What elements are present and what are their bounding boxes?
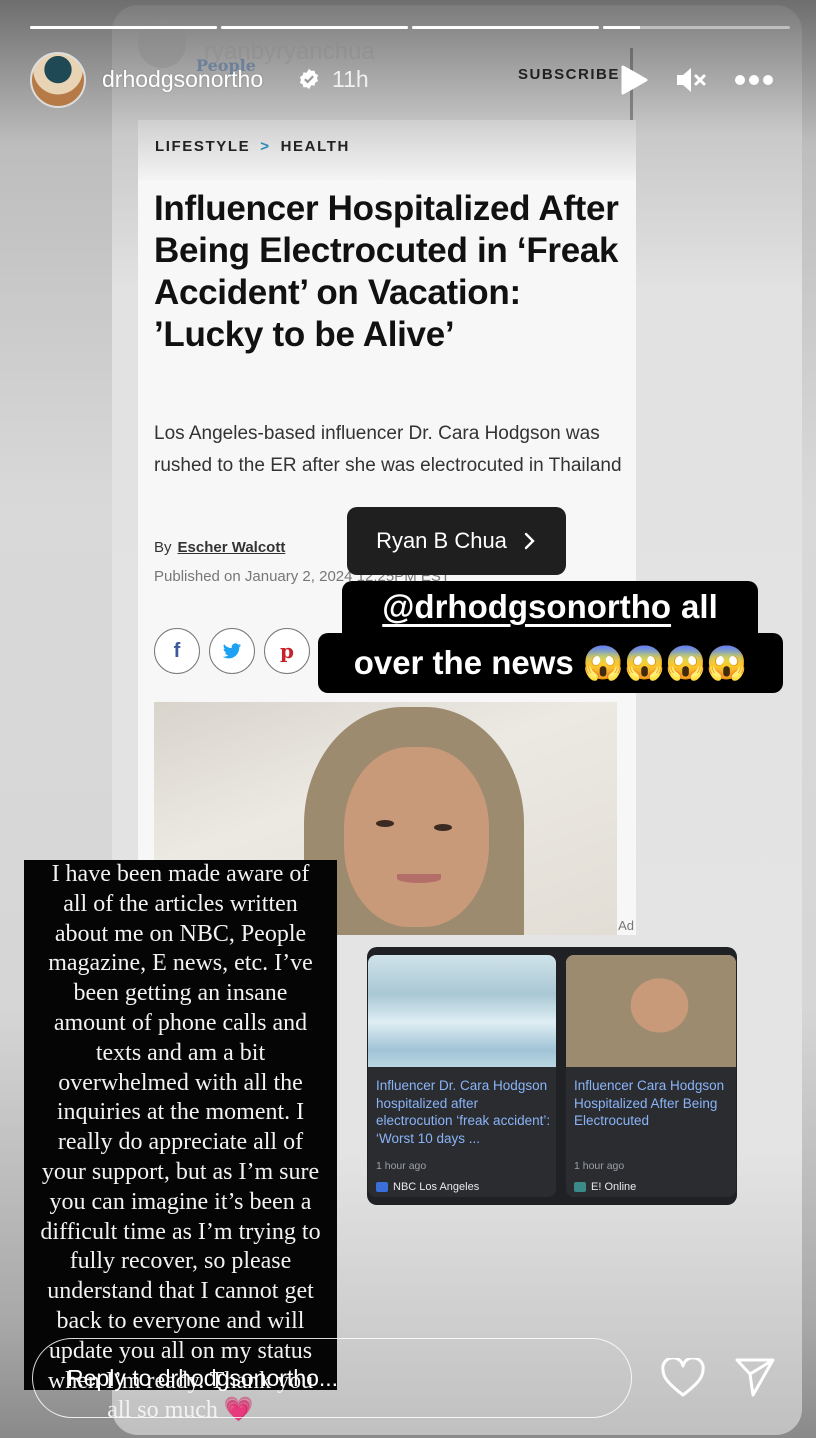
news-card-title: Influencer Dr. Cara Hodgson hospitalized…: [376, 1078, 551, 1146]
mute-icon[interactable]: [675, 66, 707, 94]
source-name: NBC Los Angeles: [393, 1181, 480, 1193]
verified-badge-icon: [299, 68, 319, 90]
photo-eye: [434, 824, 452, 831]
breadcrumb: LIFESTYLE > HEALTH: [155, 138, 350, 155]
progress-fill: [221, 26, 408, 29]
news-card-time: 1 hour ago: [574, 1160, 625, 1172]
photo-eye: [376, 820, 394, 827]
statement-line: amount of phone calls and: [53, 1009, 308, 1036]
news-card-eonline[interactable]: Influencer Cara Hodgson Hospitalized Aft…: [566, 955, 736, 1197]
send-icon[interactable]: [734, 1356, 776, 1398]
news-card-source: NBC Los Angeles: [376, 1181, 479, 1193]
news-card-source: E! Online: [574, 1181, 636, 1193]
story-progress: [30, 26, 790, 30]
post-time: 11h: [332, 66, 369, 92]
hospital-thumbnail: [368, 955, 556, 1067]
author-name: Escher Walcott: [177, 539, 286, 556]
progress-segment: [30, 26, 217, 29]
breadcrumb-health: HEALTH: [280, 138, 350, 155]
portrait-thumbnail: [566, 955, 736, 1067]
statement-line: inquiries at the moment. I: [56, 1099, 305, 1126]
statement-line: overwhelmed with all the: [58, 1069, 303, 1096]
photo-face: [344, 747, 489, 927]
share-buttons: f p: [154, 628, 310, 674]
heart-icon[interactable]: [660, 1358, 706, 1398]
statement-line: texts and am a bit: [95, 1039, 266, 1066]
mention-link[interactable]: @drhodgsonortho: [382, 588, 671, 626]
statement-line: all of the articles written: [63, 890, 298, 917]
story-viewer: ryanbyryanchua People SUBSCRIBE LIFESTYL…: [0, 0, 816, 1438]
statement-line: back to everyone and will: [56, 1307, 305, 1334]
mention-tag-ryan-b-chua[interactable]: Ryan B Chua: [347, 507, 566, 575]
photo-mouth: [397, 874, 441, 883]
progress-segment: [412, 26, 599, 29]
more-options-icon[interactable]: [734, 70, 774, 90]
statement-line: been getting an insane: [73, 980, 288, 1007]
facebook-icon: f: [154, 628, 200, 674]
caption-line-2: over the news 😱😱😱😱: [318, 633, 783, 693]
statement-line: really do appreciate all of: [57, 1129, 304, 1156]
byline: By Escher Walcott: [154, 539, 285, 556]
statement-line: I have been made aware of: [51, 861, 310, 887]
news-card-title: Influencer Cara Hodgson Hospitalized Aft…: [574, 1078, 725, 1128]
chevron-right-icon: [524, 532, 535, 550]
progress-segment: [221, 26, 408, 29]
statement-line: your support, but as I’m sure: [41, 1158, 320, 1185]
nbc-logo-icon: [376, 1182, 388, 1192]
statement-line: magazine, E news, etc. I’ve: [48, 950, 313, 977]
progress-fill: [603, 26, 641, 29]
ad-label: Ad: [618, 918, 634, 933]
pinterest-icon: p: [264, 628, 310, 674]
avatar[interactable]: [30, 52, 86, 108]
news-card-nbc[interactable]: Influencer Dr. Cara Hodgson hospitalized…: [368, 955, 556, 1197]
news-results-widget: Influencer Dr. Cara Hodgson hospitalized…: [367, 947, 737, 1205]
article-headline: Influencer Hospitalized After Being Elec…: [154, 189, 619, 354]
statement-line: about me on NBC, People: [54, 920, 307, 947]
progress-segment: [603, 26, 790, 29]
statement-line: difficult time as I’m trying to: [40, 1218, 321, 1245]
story-header: drhodgsonortho 11h: [30, 52, 790, 108]
caption-line-1: @drhodgsonortho all: [342, 581, 758, 633]
twitter-icon: [209, 628, 255, 674]
progress-fill: [412, 26, 599, 29]
byline-prefix: By: [154, 539, 172, 556]
article-dek: Los Angeles-based influencer Dr. Cara Ho…: [154, 423, 622, 476]
source-name: E! Online: [591, 1181, 637, 1193]
progress-fill: [30, 26, 217, 29]
breadcrumb-lifestyle: LIFESTYLE: [155, 138, 251, 155]
reply-placeholder: Reply to drhodgsonortho...: [67, 1365, 339, 1391]
username[interactable]: drhodgsonortho: [102, 66, 263, 93]
statement-line: understand that I cannot get: [47, 1278, 314, 1305]
chevron-right-icon: >: [260, 138, 271, 155]
caption-text: all: [681, 588, 718, 625]
reply-input[interactable]: Reply to drhodgsonortho...: [32, 1338, 632, 1418]
news-card-time: 1 hour ago: [376, 1160, 427, 1172]
statement-line: fully recover, so please: [69, 1248, 292, 1275]
statement-text-block: I have been made aware of all of the arti…: [24, 860, 337, 1423]
play-icon[interactable]: [620, 65, 648, 95]
eonline-logo-icon: [574, 1182, 586, 1192]
mention-tag-label: Ryan B Chua: [376, 528, 507, 553]
statement-line: you can imagine it’s been a: [49, 1188, 312, 1215]
